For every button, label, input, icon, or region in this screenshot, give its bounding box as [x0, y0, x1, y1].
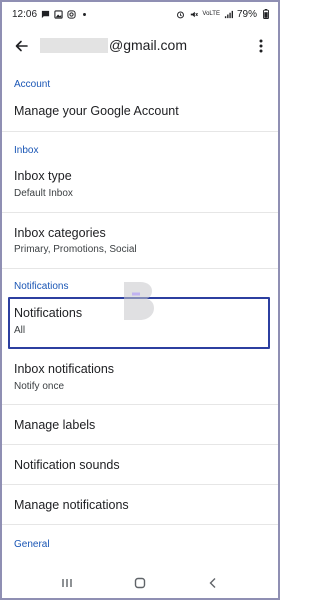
- back-button[interactable]: [10, 35, 32, 57]
- instagram-icon: [67, 9, 76, 19]
- nav-back-icon: [209, 577, 216, 588]
- alarm-icon: [176, 10, 185, 19]
- row-manage-google-account[interactable]: Manage your Google Account: [0, 96, 280, 130]
- row-inbox-notifications[interactable]: Inbox notifications Notify once: [0, 355, 280, 405]
- home-icon: [134, 577, 146, 588]
- inbox-notifications-title: Inbox notifications: [14, 362, 115, 376]
- recents-icon: [61, 578, 72, 587]
- status-time: 12:06: [12, 8, 38, 20]
- signal-icon: [224, 10, 233, 19]
- divider: [0, 131, 280, 132]
- inbox-type-title: Inbox type: [14, 169, 72, 183]
- row-manage-notifications[interactable]: Manage notifications: [0, 486, 280, 524]
- more-options-button[interactable]: [250, 35, 272, 57]
- mute-icon: [189, 10, 199, 19]
- divider: [0, 404, 280, 405]
- notifications-value: All: [14, 325, 26, 336]
- divider: [0, 524, 280, 525]
- status-left: 12:06: [12, 9, 89, 20]
- dot-icon: [80, 10, 89, 19]
- app-bar: @gmail.com: [0, 28, 280, 64]
- row-notification-sounds[interactable]: Notification sounds: [0, 446, 280, 484]
- section-header-account: Account: [14, 79, 51, 90]
- divider: [0, 212, 280, 213]
- notifications-title: Notifications: [14, 306, 83, 320]
- message-icon: [41, 10, 50, 19]
- section-header-notifications: Notifications: [14, 281, 69, 292]
- divider: [0, 268, 280, 269]
- account-email: @gmail.com: [40, 37, 187, 53]
- manage-labels-label: Manage labels: [14, 418, 96, 432]
- nav-home-button[interactable]: [129, 572, 151, 594]
- section-header-general: General: [14, 539, 50, 550]
- manage-notifications-label: Manage notifications: [14, 498, 129, 512]
- nav-recents-button[interactable]: [56, 572, 78, 594]
- status-right: VoLTE 79%: [176, 9, 270, 20]
- more-vert-icon: [259, 39, 263, 53]
- network-label: VoLTE: [202, 11, 220, 17]
- email-suffix: @gmail.com: [109, 37, 188, 53]
- row-inbox-type[interactable]: Inbox type Default Inbox: [0, 162, 280, 210]
- system-nav-bar: [0, 565, 280, 600]
- watermark-logo: [124, 282, 154, 320]
- notification-sounds-label: Notification sounds: [14, 458, 120, 472]
- nav-back-button[interactable]: [202, 572, 224, 594]
- manage-account-label: Manage your Google Account: [14, 104, 179, 118]
- inbox-notifications-value: Notify once: [14, 381, 65, 392]
- inbox-type-value: Default Inbox: [14, 188, 73, 199]
- gallery-icon: [54, 9, 63, 19]
- divider: [0, 444, 280, 445]
- battery-icon: [261, 9, 270, 19]
- inbox-categories-value: Primary, Promotions, Social: [14, 244, 137, 255]
- section-header-inbox: Inbox: [14, 145, 39, 156]
- row-inbox-categories[interactable]: Inbox categories Primary, Promotions, So…: [0, 216, 280, 266]
- battery-percent: 79%: [236, 8, 257, 20]
- divider: [0, 484, 280, 485]
- arrow-back-icon: [15, 40, 28, 52]
- status-bar: 12:06 VoLTE 79%: [0, 0, 280, 28]
- inbox-categories-title: Inbox categories: [14, 226, 106, 240]
- row-manage-labels[interactable]: Manage labels: [0, 406, 280, 444]
- email-redacted-block: [40, 37, 108, 53]
